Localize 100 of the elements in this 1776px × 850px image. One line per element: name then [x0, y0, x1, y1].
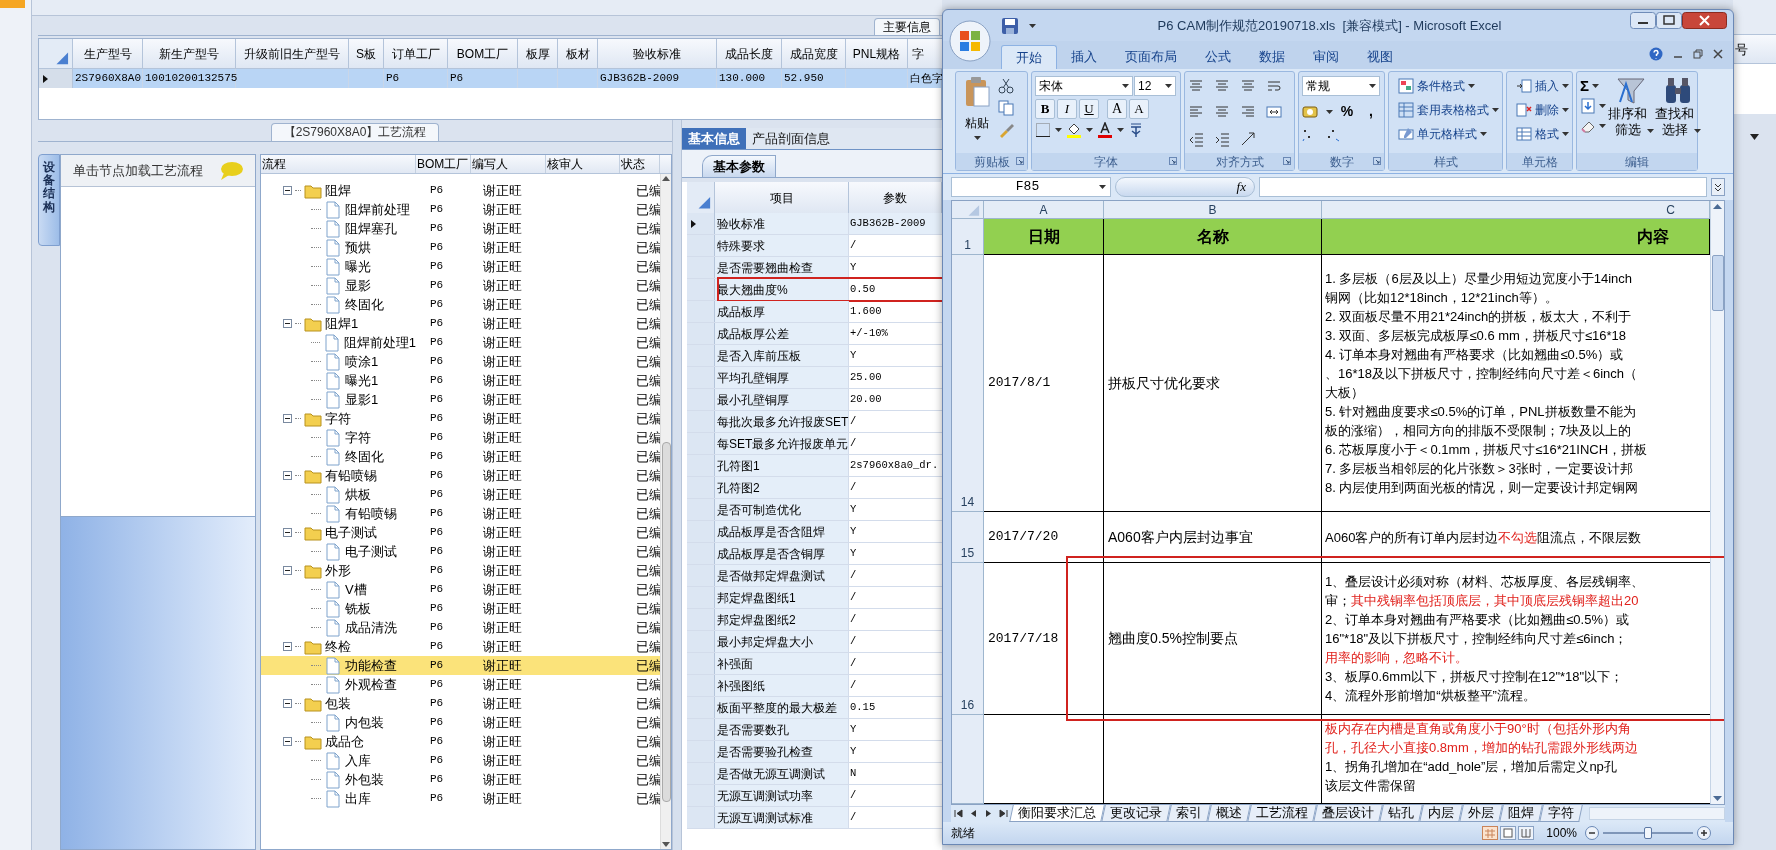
first-sheet-icon[interactable] — [954, 809, 963, 818]
brush-icon[interactable] — [998, 122, 1014, 138]
column-header[interactable]: 成品宽度 — [782, 39, 846, 69]
format-button[interactable]: U — [1079, 99, 1099, 119]
ribbon-command[interactable]: 单元格样式 — [1398, 124, 1499, 144]
horizontal-scrollbar[interactable] — [1589, 807, 1725, 820]
slider-thumb[interactable] — [1644, 827, 1652, 839]
column-header[interactable]: BOM工厂 — [448, 39, 518, 69]
column-header[interactable]: 编写人 — [471, 155, 546, 173]
column-header[interactable]: 状态 — [620, 155, 660, 173]
ribbon-tab[interactable]: 视图 — [1353, 45, 1407, 69]
minimize-icon[interactable] — [1630, 12, 1656, 29]
column-header[interactable]: 参数 — [849, 182, 942, 213]
format-button[interactable]: I — [1057, 99, 1077, 119]
sheet-tab[interactable]: 阻焊 — [1499, 805, 1543, 822]
last-sheet-icon[interactable] — [999, 809, 1008, 818]
zoom-out-icon[interactable] — [1585, 826, 1599, 840]
column-header[interactable]: 成品长度 — [717, 39, 782, 69]
row-header[interactable]: 15 — [952, 512, 984, 563]
next-sheet-icon[interactable] — [984, 809, 993, 818]
column-header[interactable]: 核审人 — [546, 155, 620, 173]
column-header[interactable]: 生产型号 — [73, 39, 143, 69]
collapse-icon[interactable] — [283, 471, 292, 481]
tab[interactable]: 基本信息 — [682, 128, 746, 149]
ribbon-command[interactable]: 套用表格格式 — [1398, 100, 1499, 120]
paste-button[interactable]: 粘贴 — [959, 76, 995, 153]
row-header[interactable]: 16 — [952, 563, 984, 715]
sheet-tab[interactable]: 衡阳要求汇总 — [1009, 805, 1105, 822]
format-button[interactable]: B — [1035, 99, 1055, 119]
sheet-tab[interactable]: 内层 — [1419, 805, 1463, 822]
sheet-tab[interactable]: 钻孔 — [1379, 805, 1423, 822]
collapse-icon[interactable] — [283, 642, 292, 652]
scroll-thumb[interactable] — [1711, 254, 1724, 311]
zoom-slider[interactable] — [1603, 826, 1693, 840]
page-break-icon[interactable] — [1518, 826, 1535, 840]
name-box[interactable]: F85 — [951, 177, 1111, 197]
sheet-tab[interactable]: 工艺流程 — [1247, 805, 1317, 822]
ribbon-tab[interactable]: 页面布局 — [1111, 45, 1191, 69]
previous-sheet-icon[interactable] — [969, 809, 978, 818]
collapse-icon[interactable] — [283, 414, 292, 424]
main-info-tab[interactable]: 主要信息 — [874, 18, 940, 35]
row-header[interactable] — [39, 69, 73, 88]
collapse-icon[interactable] — [283, 699, 292, 709]
column-header[interactable]: BOM工厂 — [416, 155, 471, 173]
collapse-icon[interactable] — [283, 737, 292, 747]
column-header[interactable]: 订单工厂 — [384, 39, 448, 69]
row-header[interactable]: 1 — [952, 219, 984, 255]
ribbon-command[interactable]: 插入 — [1516, 76, 1569, 96]
font-color-icon[interactable] — [1097, 122, 1113, 138]
column-header[interactable]: 板材 — [558, 39, 598, 69]
scroll-thumb[interactable] — [661, 441, 671, 802]
sheet-tab[interactable]: 外层 — [1459, 805, 1503, 822]
sheet-tab[interactable]: 字符 — [1539, 805, 1583, 822]
phonetic-guide-icon[interactable] — [1128, 122, 1144, 138]
border-icon[interactable] — [1035, 122, 1051, 138]
ribbon-tab[interactable]: 插入 — [1057, 45, 1111, 69]
column-header[interactable]: S板 — [349, 39, 384, 69]
tab[interactable]: 产品剖面信息 — [746, 128, 836, 149]
restore-icon[interactable] — [1693, 49, 1703, 59]
autosum-button[interactable]: Σ — [1580, 78, 1589, 94]
wrap-text-icon[interactable] — [1266, 78, 1282, 94]
page-layout-icon[interactable] — [1500, 826, 1517, 840]
dialog-launcher-icon[interactable] — [1169, 157, 1177, 165]
collapse-icon[interactable] — [283, 186, 292, 196]
sheet-tab[interactable]: 叠层设计 — [1313, 805, 1383, 822]
copy-icon[interactable] — [998, 100, 1014, 116]
expand-formula-icon[interactable] — [1711, 178, 1725, 196]
decrease-indent-icon[interactable] — [1188, 130, 1204, 147]
ribbon-tab[interactable]: 数据 — [1245, 45, 1299, 69]
close-icon[interactable] — [1713, 49, 1723, 59]
row-header[interactable] — [687, 213, 715, 234]
row-header[interactable]: 14 — [952, 255, 984, 512]
column-header[interactable]: PNL规格 — [846, 39, 908, 69]
customize-caret-icon[interactable] — [1029, 23, 1036, 28]
column-header[interactable]: 字 — [908, 39, 943, 69]
format-button[interactable]: A — [1129, 99, 1149, 119]
fill-color-icon[interactable] — [1066, 122, 1082, 138]
column-header[interactable]: 流程 — [261, 155, 416, 173]
scrollbar[interactable] — [1710, 201, 1724, 804]
dropdown-arrow-icon[interactable] — [1750, 134, 1759, 140]
collapse-icon[interactable] — [283, 319, 292, 329]
scissors-icon[interactable] — [998, 78, 1014, 94]
ribbon-command[interactable]: 排序和筛选 — [1609, 76, 1653, 153]
column-header[interactable]: 板厚 — [518, 39, 558, 69]
format-button[interactable]: , — [1361, 101, 1381, 122]
sheet-tab[interactable]: 概述 — [1207, 805, 1251, 822]
ribbon-tab[interactable]: 审阅 — [1299, 45, 1353, 69]
maximize-icon[interactable] — [1656, 12, 1682, 29]
close-icon[interactable] — [1682, 12, 1727, 29]
sheet-tab[interactable]: 索引 — [1167, 805, 1211, 822]
grid-row[interactable]: 2S7960X8A0 10010200132575 P6 P6 GJB362B-2009 130.000 52.950 白色字 — [39, 69, 941, 88]
sub-tab[interactable]: 基本参数 — [702, 155, 776, 177]
zoom-in-icon[interactable] — [1697, 826, 1711, 840]
help-icon[interactable] — [1649, 47, 1663, 61]
align-middle-icon[interactable] — [1214, 78, 1230, 94]
number-format-field[interactable]: 常规 — [1302, 76, 1380, 96]
fill-down-icon[interactable] — [1580, 98, 1596, 114]
format-button[interactable]: % — [1337, 101, 1357, 122]
align-bottom-icon[interactable] — [1240, 78, 1256, 94]
dialog-launcher-icon[interactable] — [1373, 157, 1381, 165]
